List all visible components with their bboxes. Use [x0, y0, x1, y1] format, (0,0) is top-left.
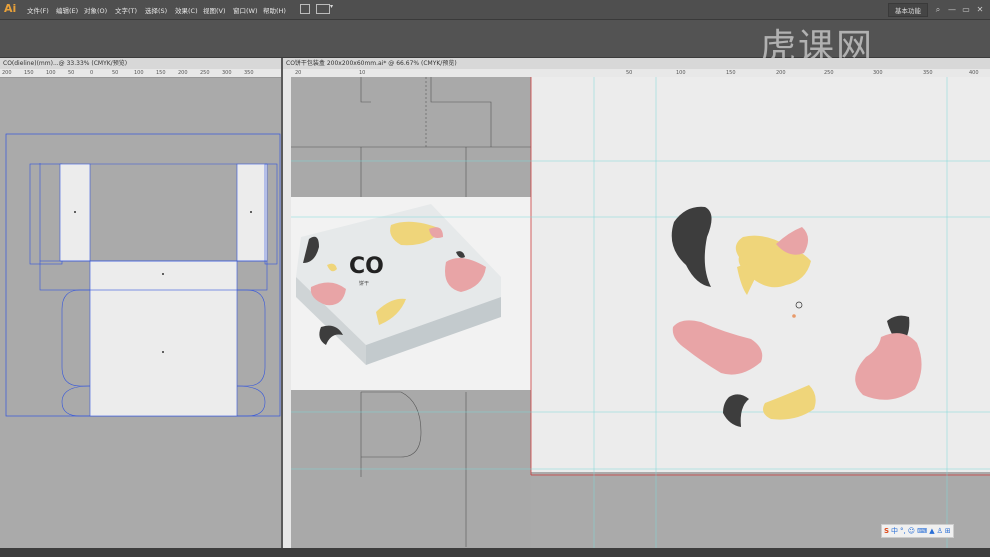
center-point [74, 211, 76, 213]
ruler-label: 150 [24, 70, 34, 76]
ruler-label: 200 [178, 70, 188, 76]
search-icon[interactable]: ⌕ [934, 6, 942, 14]
ruler-label: 350 [244, 70, 254, 76]
ime-emoji-icon[interactable]: ☺ [908, 526, 915, 536]
ruler-label: 150 [156, 70, 166, 76]
mockup-subtitle: 饼干 [359, 280, 369, 287]
ruler-label: 200 [776, 70, 786, 76]
ruler-label: 250 [200, 70, 210, 76]
side-flap-left[interactable] [29, 163, 63, 265]
ime-chinese-mode[interactable]: 中 [891, 526, 898, 536]
center-point [250, 211, 252, 213]
document-tab-left[interactable]: CO(dieline)(mm)...@ 33.33% (CMYK/预览) [0, 58, 281, 69]
maximize-icon[interactable]: ▭ [962, 6, 970, 14]
ear-flap-left[interactable] [61, 289, 90, 387]
close-icon[interactable]: ✕ [976, 6, 984, 14]
ruler-label: 20 [295, 70, 302, 76]
menu-select[interactable]: 选择(S) [145, 5, 167, 15]
workspace-area: 基本功能 ⌕ — ▭ ✕ [888, 3, 984, 17]
lid-panel[interactable] [89, 260, 238, 417]
ear-flap-right[interactable] [237, 289, 266, 387]
ruler-label: 10 [359, 70, 366, 76]
ruler-label: 250 [824, 70, 834, 76]
ruler-label: 100 [46, 70, 56, 76]
menu-window[interactable]: 窗口(W) [233, 5, 258, 15]
ime-menu-icon[interactable]: ⊞ [945, 526, 951, 536]
center-point [162, 273, 164, 275]
side-panel-right[interactable] [236, 163, 268, 262]
ime-user-icon[interactable]: ♙ [937, 526, 943, 536]
ruler-label: 150 [726, 70, 736, 76]
ruler-label: 300 [873, 70, 883, 76]
menu-object[interactable]: 对象(O) [84, 5, 107, 15]
corner-flap-right [236, 385, 266, 417]
artboard-canvas[interactable]: CO 饼干 [291, 77, 990, 548]
ruler-label: 100 [676, 70, 686, 76]
corner-flap-left [61, 385, 91, 417]
ime-punctuation-icon[interactable]: °, [900, 526, 906, 536]
ime-logo-icon[interactable]: S [884, 526, 889, 536]
ruler-label: 200 [2, 70, 12, 76]
menu-effect[interactable]: 效果(C) [175, 5, 198, 15]
ruler-label: 50 [112, 70, 119, 76]
minimize-icon[interactable]: — [948, 6, 956, 14]
bridge-icon[interactable] [300, 4, 310, 14]
arrange-documents-icon[interactable] [316, 4, 330, 14]
ruler-label: 50 [68, 70, 75, 76]
ruler-label: 100 [134, 70, 144, 76]
document-window-left: CO(dieline)(mm)...@ 33.33% (CMYK/预览) 200… [0, 58, 281, 548]
ruler-label: 50 [626, 70, 633, 76]
ruler-label: 350 [923, 70, 933, 76]
menu-type[interactable]: 文字(T) [115, 5, 137, 15]
menu-help[interactable]: 帮助(H) [263, 5, 286, 15]
ruler-label: 400 [969, 70, 979, 76]
app-logo: Ai [4, 2, 17, 15]
artwork-dot[interactable] [792, 314, 796, 318]
center-point [162, 351, 164, 353]
ime-skin-icon[interactable]: ▲ [929, 526, 934, 536]
document-window-right: CO饼干包装盒 200x200x60mm.ai* @ 66.67% (CMYK/… [283, 58, 990, 548]
mockup-brand: CO [349, 254, 384, 279]
menu-bar: Ai 文件(F) 编辑(E) 对象(O) 文字(T) 选择(S) 效果(C) 视… [0, 0, 990, 20]
ruler-label: 0 [90, 70, 94, 76]
ime-keyboard-icon[interactable]: ⌨ [917, 526, 927, 536]
chevron-down-icon[interactable]: ▾ [330, 3, 333, 10]
ime-toolbar[interactable]: S 中 °, ☺ ⌨ ▲ ♙ ⊞ [881, 524, 954, 538]
status-bar [0, 548, 990, 557]
ruler-label: 300 [222, 70, 232, 76]
dieline-canvas[interactable] [0, 77, 281, 548]
menu-view[interactable]: 视图(V) [203, 5, 226, 15]
menu-edit[interactable]: 编辑(E) [56, 5, 78, 15]
workspace-switcher[interactable]: 基本功能 [888, 3, 928, 17]
document-tab-right[interactable]: CO饼干包装盒 200x200x60mm.ai* @ 66.67% (CMYK/… [283, 58, 990, 69]
menu-file[interactable]: 文件(F) [27, 5, 49, 15]
